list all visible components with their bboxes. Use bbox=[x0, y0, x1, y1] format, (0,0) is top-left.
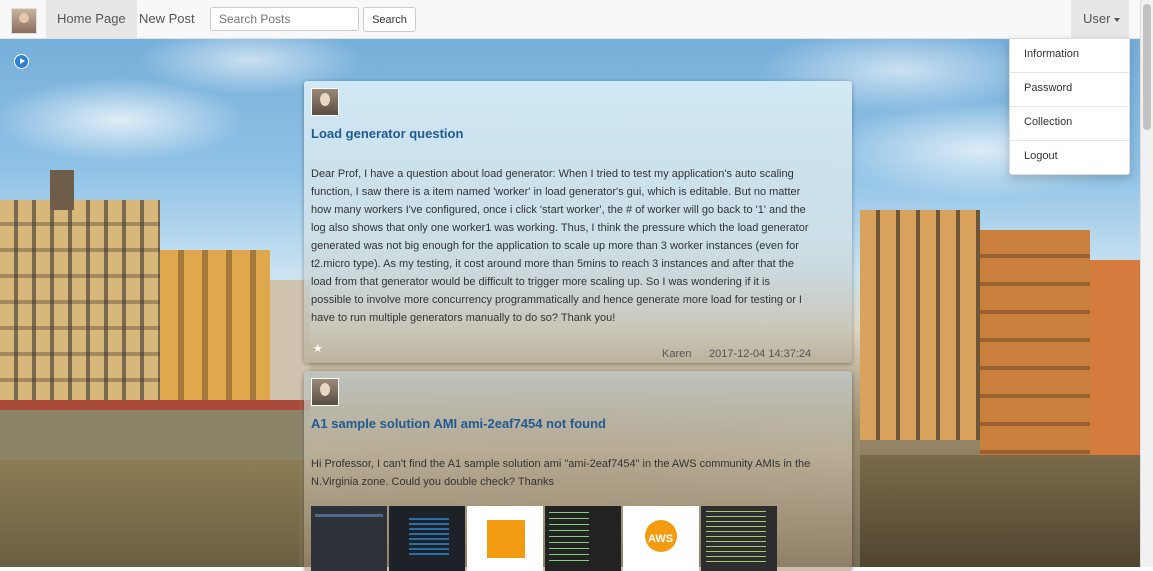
search-input[interactable] bbox=[210, 7, 359, 31]
tower bbox=[50, 170, 74, 210]
dropdown-item-password[interactable]: Password bbox=[1010, 73, 1129, 107]
thumbnail-image[interactable] bbox=[545, 506, 621, 571]
building bbox=[860, 210, 980, 440]
author-avatar[interactable] bbox=[311, 88, 339, 116]
post-card: Load generator question Dear Prof, I hav… bbox=[304, 81, 852, 363]
thumbnail-image[interactable] bbox=[701, 506, 777, 571]
thumbnail-image[interactable] bbox=[467, 506, 543, 571]
dropdown-item-logout[interactable]: Logout bbox=[1010, 141, 1129, 174]
aws-logo-text: AWS bbox=[648, 533, 674, 545]
post-body: Dear Prof, I have a question about load … bbox=[311, 168, 809, 324]
building bbox=[160, 250, 270, 410]
user-menu-toggle[interactable]: User bbox=[1071, 0, 1129, 38]
nav-home-link[interactable]: Home Page bbox=[46, 0, 137, 38]
river bbox=[860, 455, 1153, 567]
post-card: A1 sample solution AMI ami-2eaf7454 not … bbox=[304, 371, 852, 571]
star-icon[interactable]: ★ bbox=[313, 342, 323, 355]
caret-down-icon bbox=[1114, 17, 1121, 22]
dropdown-item-information[interactable]: Information bbox=[1010, 39, 1129, 73]
building bbox=[980, 230, 1090, 460]
river bbox=[0, 460, 310, 567]
author-avatar[interactable] bbox=[311, 378, 339, 406]
user-dropdown: Information Password Collection Logout bbox=[1009, 38, 1130, 175]
post-timestamp: 2017-12-04 14:37:24 bbox=[709, 348, 812, 360]
top-navbar: Home Page New Post Search User bbox=[0, 0, 1140, 39]
thumbnail-image[interactable]: AWS bbox=[623, 506, 699, 571]
thumbnail-image[interactable] bbox=[389, 506, 465, 571]
dropdown-item-collection[interactable]: Collection bbox=[1010, 107, 1129, 141]
nav-new-post-link[interactable]: New Post bbox=[128, 0, 206, 38]
post-body: Hi Professor, I can't find the A1 sample… bbox=[311, 458, 811, 488]
user-menu-label: User bbox=[1083, 11, 1111, 26]
thumbnail-image[interactable] bbox=[311, 506, 387, 571]
brand-avatar[interactable] bbox=[11, 8, 37, 34]
post-title[interactable]: A1 sample solution AMI ami-2eaf7454 not … bbox=[311, 416, 606, 431]
search-button[interactable]: Search bbox=[363, 7, 416, 32]
building bbox=[0, 200, 160, 410]
play-toggle-icon[interactable] bbox=[14, 54, 29, 69]
post-title[interactable]: Load generator question bbox=[311, 126, 463, 141]
scrollbar-thumb[interactable] bbox=[1143, 4, 1151, 130]
post-author: Karen bbox=[662, 348, 692, 360]
page-scrollbar[interactable] bbox=[1140, 0, 1153, 567]
